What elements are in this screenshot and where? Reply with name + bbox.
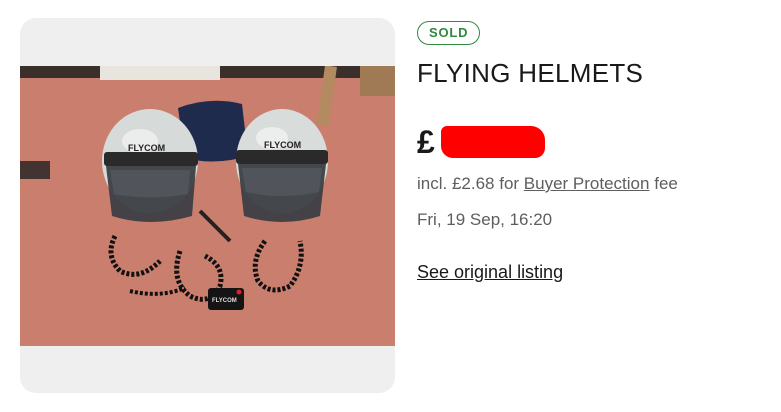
flycom-logo-right: FLYCOM (264, 140, 301, 150)
buyer-protection-fee: incl. £2.68 for Buyer Protection fee (417, 174, 678, 194)
see-original-listing-link[interactable]: See original listing (417, 262, 563, 283)
fee-suffix: fee (654, 174, 678, 193)
fee-prefix: incl. £2.68 for (417, 174, 520, 193)
price-redaction (441, 126, 545, 158)
flycom-logo-left: FLYCOM (128, 143, 165, 153)
sold-date: Fri, 19 Sep, 16:20 (417, 210, 553, 229)
price: £ (417, 122, 545, 162)
listing-photo[interactable]: FLYCOM FLYCOM FLYCOM (20, 66, 395, 346)
listing-photo-card[interactable]: FLYCOM FLYCOM FLYCOM (20, 18, 395, 393)
buyer-protection-link[interactable]: Buyer Protection (524, 174, 650, 193)
price-currency: £ (417, 124, 435, 160)
status-badge: SOLD (417, 21, 481, 45)
listing-title: FLYING HELMETS (417, 58, 644, 88)
flycom-logo-box: FLYCOM (212, 298, 237, 304)
